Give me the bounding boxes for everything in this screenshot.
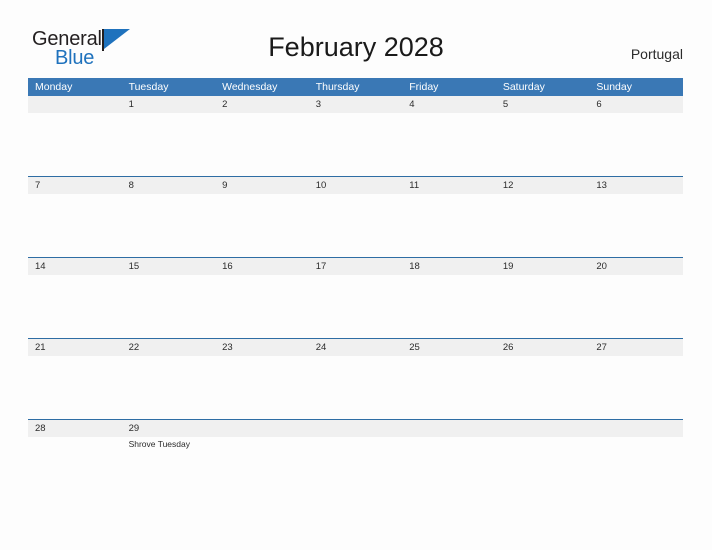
- day-number[interactable]: 16: [215, 258, 309, 275]
- day-number[interactable]: 26: [496, 339, 590, 356]
- day-events[interactable]: [309, 275, 403, 338]
- day-number[interactable]: 11: [402, 177, 496, 194]
- day-events[interactable]: [402, 194, 496, 257]
- day-events[interactable]: [589, 275, 683, 338]
- day-number[interactable]: [589, 420, 683, 437]
- day-number[interactable]: 24: [309, 339, 403, 356]
- calendar-week-row: 14 15 16 17 18 19 20: [28, 257, 683, 338]
- day-events[interactable]: [589, 437, 683, 500]
- day-number[interactable]: 29: [122, 420, 216, 437]
- day-events[interactable]: [28, 437, 122, 500]
- day-events[interactable]: [122, 113, 216, 176]
- week-date-band: 21 22 23 24 25 26 27: [28, 338, 683, 356]
- day-number[interactable]: 27: [589, 339, 683, 356]
- week-event-band: [28, 356, 683, 419]
- week-date-band: 7 8 9 10 11 12 13: [28, 176, 683, 194]
- weekday-monday: Monday: [35, 81, 73, 93]
- day-events[interactable]: [215, 356, 309, 419]
- day-number[interactable]: 28: [28, 420, 122, 437]
- day-events[interactable]: [28, 275, 122, 338]
- day-number[interactable]: 17: [309, 258, 403, 275]
- day-number[interactable]: [215, 420, 309, 437]
- calendar-week-row: 7 8 9 10 11 12 13: [28, 176, 683, 257]
- week-event-band: Shrove Tuesday: [28, 437, 683, 500]
- weekday-sunday: Sunday: [596, 81, 632, 93]
- weekday-thursday: Thursday: [315, 81, 360, 93]
- week-event-band: [28, 275, 683, 338]
- week-date-band: 28 29: [28, 419, 683, 437]
- day-number[interactable]: 14: [28, 258, 122, 275]
- calendar-week-row: 21 22 23 24 25 26 27: [28, 338, 683, 419]
- day-number[interactable]: [28, 96, 122, 113]
- event-label: Shrove Tuesday: [128, 439, 190, 449]
- week-date-band: 14 15 16 17 18 19 20: [28, 257, 683, 275]
- day-number[interactable]: 5: [496, 96, 590, 113]
- day-events[interactable]: [589, 113, 683, 176]
- week-date-band: 1 2 3 4 5 6: [28, 96, 683, 113]
- day-number[interactable]: 20: [589, 258, 683, 275]
- day-events[interactable]: [402, 113, 496, 176]
- day-events[interactable]: [122, 356, 216, 419]
- day-number[interactable]: 3: [309, 96, 403, 113]
- day-number[interactable]: 18: [402, 258, 496, 275]
- day-number[interactable]: 12: [496, 177, 590, 194]
- weekday-friday: Friday: [409, 81, 439, 93]
- day-events[interactable]: [309, 356, 403, 419]
- day-number[interactable]: [309, 420, 403, 437]
- day-events[interactable]: [215, 113, 309, 176]
- day-number[interactable]: 15: [122, 258, 216, 275]
- day-events[interactable]: [496, 194, 590, 257]
- calendar-grid: Monday Tuesday Wednesday Thursday Friday…: [28, 78, 683, 500]
- day-events[interactable]: [28, 356, 122, 419]
- day-events[interactable]: [496, 437, 590, 500]
- day-events[interactable]: [589, 194, 683, 257]
- day-number[interactable]: 2: [215, 96, 309, 113]
- weekday-header-row: Monday Tuesday Wednesday Thursday Friday…: [28, 78, 683, 96]
- day-number[interactable]: 19: [496, 258, 590, 275]
- day-events[interactable]: [28, 194, 122, 257]
- day-events[interactable]: [589, 356, 683, 419]
- day-events[interactable]: [402, 275, 496, 338]
- day-number[interactable]: 22: [122, 339, 216, 356]
- day-events[interactable]: [28, 113, 122, 176]
- weekday-wednesday: Wednesday: [222, 81, 278, 93]
- day-number[interactable]: 7: [28, 177, 122, 194]
- day-number[interactable]: 13: [589, 177, 683, 194]
- day-number[interactable]: 4: [402, 96, 496, 113]
- day-events[interactable]: [215, 194, 309, 257]
- weekday-tuesday: Tuesday: [128, 81, 169, 93]
- day-events[interactable]: [309, 437, 403, 500]
- day-events[interactable]: [215, 275, 309, 338]
- day-number[interactable]: [402, 420, 496, 437]
- day-number[interactable]: 6: [589, 96, 683, 113]
- calendar-week-row: 28 29 Shrove Tuesday: [28, 419, 683, 500]
- week-event-band: [28, 194, 683, 257]
- day-number[interactable]: 1: [122, 96, 216, 113]
- day-events[interactable]: [122, 275, 216, 338]
- day-number[interactable]: 25: [402, 339, 496, 356]
- page-header: General Blue February 2028 Portugal: [0, 0, 712, 78]
- weekday-saturday: Saturday: [502, 81, 545, 93]
- day-events[interactable]: [496, 275, 590, 338]
- day-events[interactable]: [402, 356, 496, 419]
- day-events[interactable]: [215, 437, 309, 500]
- country-label: Portugal: [630, 46, 683, 62]
- day-events[interactable]: [309, 113, 403, 176]
- day-number[interactable]: 10: [309, 177, 403, 194]
- week-event-band: [28, 113, 683, 176]
- day-number[interactable]: 21: [28, 339, 122, 356]
- day-number[interactable]: 23: [215, 339, 309, 356]
- day-number[interactable]: 8: [122, 177, 216, 194]
- day-events[interactable]: Shrove Tuesday: [122, 437, 216, 500]
- day-events[interactable]: [402, 437, 496, 500]
- calendar-week-row: 1 2 3 4 5 6: [28, 96, 683, 176]
- day-events[interactable]: [309, 194, 403, 257]
- day-events[interactable]: [122, 194, 216, 257]
- page-title: February 2028: [268, 32, 444, 62]
- day-number[interactable]: 9: [215, 177, 309, 194]
- day-number[interactable]: [496, 420, 590, 437]
- calendar-page: General Blue February 2028 Portugal Mond…: [0, 0, 712, 550]
- day-events[interactable]: [496, 356, 590, 419]
- day-events[interactable]: [496, 113, 590, 176]
